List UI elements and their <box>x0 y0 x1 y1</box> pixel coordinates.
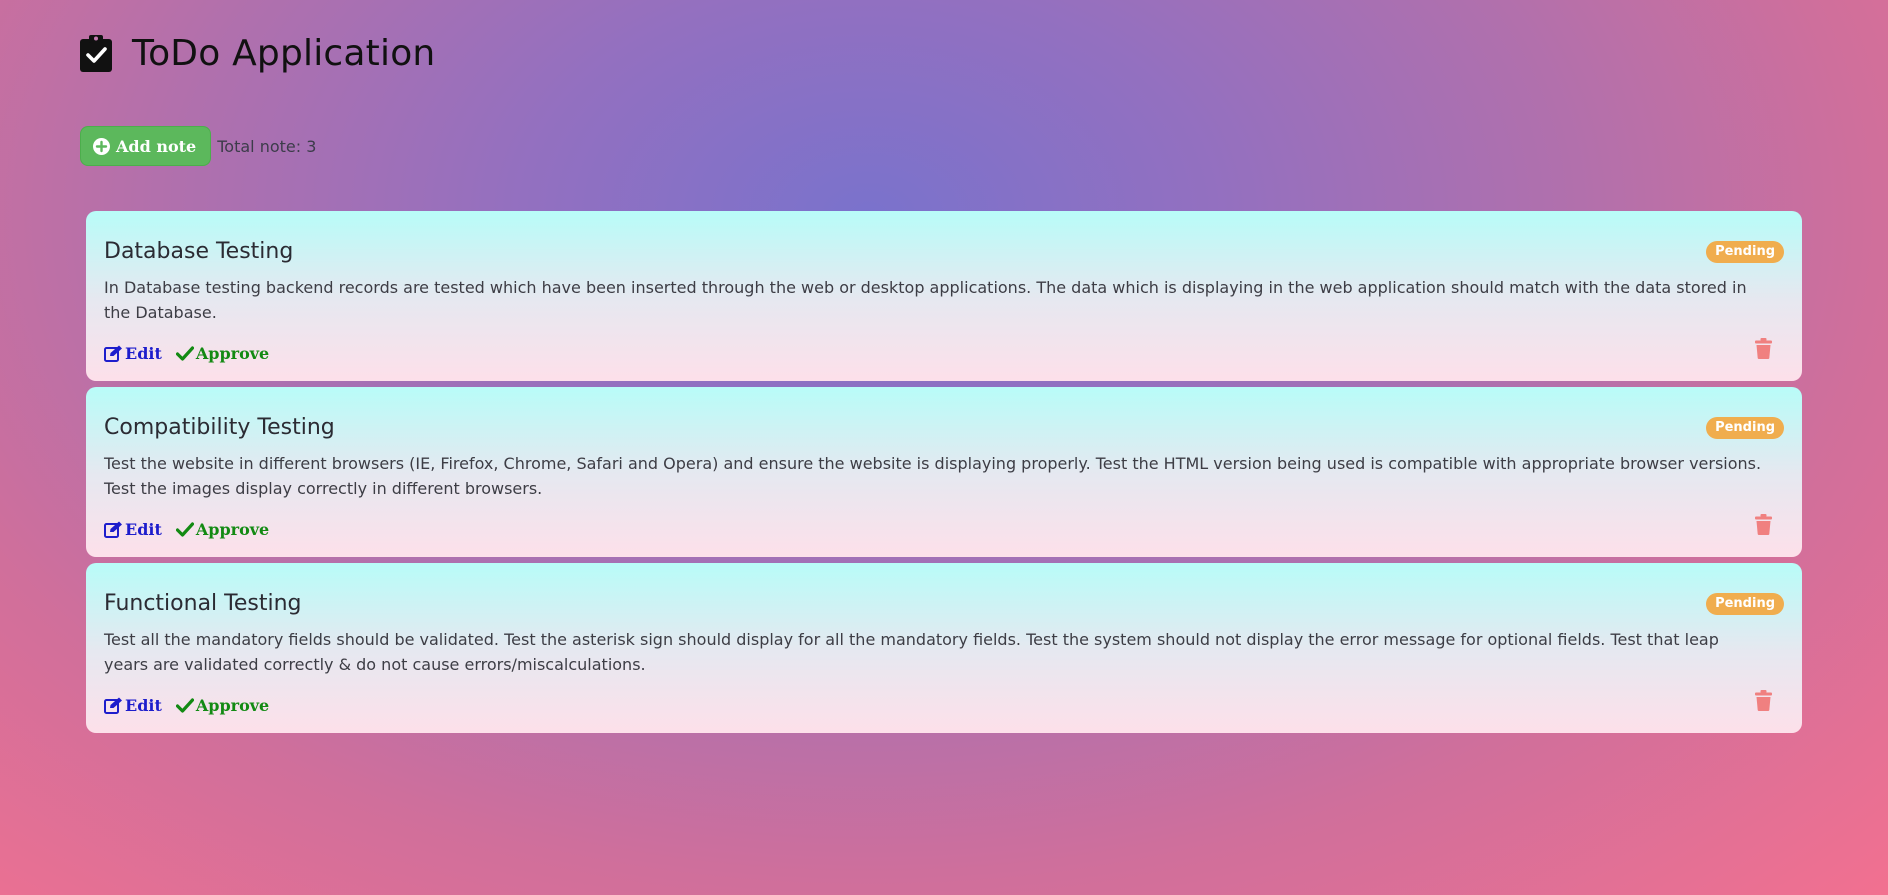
app-header: ToDo Application <box>80 28 435 78</box>
edit-icon <box>104 697 122 714</box>
edit-label: Edit <box>125 344 162 363</box>
edit-button[interactable]: Edit <box>104 696 162 715</box>
trash-icon[interactable] <box>1755 690 1772 711</box>
note-title: Compatibility Testing <box>104 415 335 440</box>
clipboard-check-icon <box>80 35 112 72</box>
edit-label: Edit <box>125 520 162 539</box>
note-actions: Edit Approve <box>104 696 283 715</box>
status-badge: Pending <box>1706 241 1784 263</box>
notes-list: Database Testing Pending In Database tes… <box>86 211 1802 739</box>
approve-button[interactable]: Approve <box>175 520 270 539</box>
add-note-label: Add note <box>116 136 197 156</box>
note-description: Test all the mandatory fields should be … <box>104 630 1719 674</box>
check-icon <box>175 346 194 361</box>
toolbar: Add note Total note: 3 <box>80 126 316 166</box>
note-card: Functional Testing Pending Test all the … <box>86 563 1802 733</box>
note-title: Database Testing <box>104 239 294 264</box>
trash-icon[interactable] <box>1755 514 1772 535</box>
page-title: ToDo Application <box>132 32 436 74</box>
trash-icon[interactable] <box>1755 338 1772 359</box>
note-title: Functional Testing <box>104 591 302 616</box>
note-actions: Edit Approve <box>104 520 283 539</box>
plus-circle-icon <box>93 137 110 155</box>
edit-label: Edit <box>125 696 162 715</box>
edit-button[interactable]: Edit <box>104 520 162 539</box>
approve-button[interactable]: Approve <box>175 344 270 363</box>
status-badge: Pending <box>1706 417 1784 439</box>
check-icon <box>175 698 194 713</box>
edit-icon <box>104 345 122 362</box>
status-badge: Pending <box>1706 593 1784 615</box>
approve-label: Approve <box>195 520 270 539</box>
total-note-count: Total note: 3 <box>217 136 317 156</box>
approve-button[interactable]: Approve <box>175 696 270 715</box>
note-description: In Database testing backend records are … <box>104 278 1747 322</box>
check-icon <box>175 522 194 537</box>
note-description: Test the website in different browsers (… <box>104 454 1762 498</box>
approve-label: Approve <box>195 344 270 363</box>
note-card: Database Testing Pending In Database tes… <box>86 211 1802 381</box>
note-card: Compatibility Testing Pending Test the w… <box>86 387 1802 557</box>
note-actions: Edit Approve <box>104 344 283 363</box>
add-note-button[interactable]: Add note <box>80 126 212 166</box>
edit-icon <box>104 521 122 538</box>
approve-label: Approve <box>195 696 270 715</box>
edit-button[interactable]: Edit <box>104 344 162 363</box>
